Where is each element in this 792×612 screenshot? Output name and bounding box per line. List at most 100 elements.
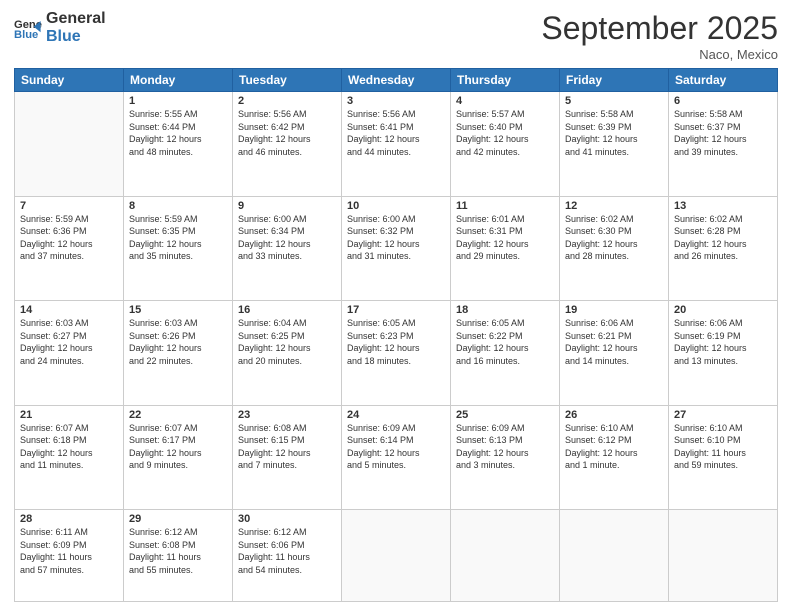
day-number: 24	[347, 409, 445, 421]
svg-text:Blue: Blue	[14, 28, 38, 40]
day-info: Sunrise: 5:56 AM Sunset: 6:42 PM Dayligh…	[238, 108, 336, 158]
cell-w1-d7: 6Sunrise: 5:58 AM Sunset: 6:37 PM Daylig…	[669, 92, 778, 197]
day-info: Sunrise: 6:01 AM Sunset: 6:31 PM Dayligh…	[456, 213, 554, 263]
day-number: 16	[238, 304, 336, 316]
day-number: 3	[347, 95, 445, 107]
day-info: Sunrise: 6:05 AM Sunset: 6:23 PM Dayligh…	[347, 317, 445, 367]
cell-w4-d3: 23Sunrise: 6:08 AM Sunset: 6:15 PM Dayli…	[233, 405, 342, 510]
day-number: 17	[347, 304, 445, 316]
header-row: Sunday Monday Tuesday Wednesday Thursday…	[15, 69, 778, 92]
location: Naco, Mexico	[541, 47, 778, 62]
col-saturday: Saturday	[669, 69, 778, 92]
day-info: Sunrise: 5:56 AM Sunset: 6:41 PM Dayligh…	[347, 108, 445, 158]
day-number: 8	[129, 200, 227, 212]
cell-w4-d5: 25Sunrise: 6:09 AM Sunset: 6:13 PM Dayli…	[451, 405, 560, 510]
cell-w2-d7: 13Sunrise: 6:02 AM Sunset: 6:28 PM Dayli…	[669, 196, 778, 301]
cell-w2-d2: 8Sunrise: 5:59 AM Sunset: 6:35 PM Daylig…	[124, 196, 233, 301]
cell-w5-d5	[451, 510, 560, 602]
cell-w1-d3: 2Sunrise: 5:56 AM Sunset: 6:42 PM Daylig…	[233, 92, 342, 197]
day-number: 14	[20, 304, 118, 316]
day-info: Sunrise: 6:11 AM Sunset: 6:09 PM Dayligh…	[20, 526, 118, 576]
day-number: 12	[565, 200, 663, 212]
day-info: Sunrise: 6:02 AM Sunset: 6:28 PM Dayligh…	[674, 213, 772, 263]
day-number: 13	[674, 200, 772, 212]
day-number: 5	[565, 95, 663, 107]
day-info: Sunrise: 5:58 AM Sunset: 6:37 PM Dayligh…	[674, 108, 772, 158]
day-number: 28	[20, 513, 118, 525]
day-info: Sunrise: 5:55 AM Sunset: 6:44 PM Dayligh…	[129, 108, 227, 158]
cell-w2-d6: 12Sunrise: 6:02 AM Sunset: 6:30 PM Dayli…	[560, 196, 669, 301]
cell-w1-d5: 4Sunrise: 5:57 AM Sunset: 6:40 PM Daylig…	[451, 92, 560, 197]
day-info: Sunrise: 6:06 AM Sunset: 6:21 PM Dayligh…	[565, 317, 663, 367]
cell-w3-d7: 20Sunrise: 6:06 AM Sunset: 6:19 PM Dayli…	[669, 301, 778, 406]
week-row-3: 14Sunrise: 6:03 AM Sunset: 6:27 PM Dayli…	[15, 301, 778, 406]
day-number: 21	[20, 409, 118, 421]
day-number: 30	[238, 513, 336, 525]
day-info: Sunrise: 6:03 AM Sunset: 6:26 PM Dayligh…	[129, 317, 227, 367]
cell-w4-d6: 26Sunrise: 6:10 AM Sunset: 6:12 PM Dayli…	[560, 405, 669, 510]
cell-w1-d6: 5Sunrise: 5:58 AM Sunset: 6:39 PM Daylig…	[560, 92, 669, 197]
day-number: 26	[565, 409, 663, 421]
day-number: 7	[20, 200, 118, 212]
day-info: Sunrise: 6:12 AM Sunset: 6:08 PM Dayligh…	[129, 526, 227, 576]
day-number: 9	[238, 200, 336, 212]
cell-w5-d6	[560, 510, 669, 602]
day-info: Sunrise: 6:10 AM Sunset: 6:10 PM Dayligh…	[674, 422, 772, 472]
day-number: 1	[129, 95, 227, 107]
day-number: 6	[674, 95, 772, 107]
cell-w5-d4	[342, 510, 451, 602]
col-friday: Friday	[560, 69, 669, 92]
cell-w2-d1: 7Sunrise: 5:59 AM Sunset: 6:36 PM Daylig…	[15, 196, 124, 301]
day-info: Sunrise: 5:58 AM Sunset: 6:39 PM Dayligh…	[565, 108, 663, 158]
logo: General Blue General Blue	[14, 10, 106, 45]
logo-blue: Blue	[46, 28, 106, 46]
header: General Blue General Blue September 2025…	[14, 10, 778, 62]
day-number: 15	[129, 304, 227, 316]
day-info: Sunrise: 6:10 AM Sunset: 6:12 PM Dayligh…	[565, 422, 663, 472]
logo-icon: General Blue	[14, 14, 42, 42]
cell-w5-d2: 29Sunrise: 6:12 AM Sunset: 6:08 PM Dayli…	[124, 510, 233, 602]
day-number: 22	[129, 409, 227, 421]
cell-w5-d1: 28Sunrise: 6:11 AM Sunset: 6:09 PM Dayli…	[15, 510, 124, 602]
cell-w3-d2: 15Sunrise: 6:03 AM Sunset: 6:26 PM Dayli…	[124, 301, 233, 406]
week-row-2: 7Sunrise: 5:59 AM Sunset: 6:36 PM Daylig…	[15, 196, 778, 301]
day-info: Sunrise: 6:04 AM Sunset: 6:25 PM Dayligh…	[238, 317, 336, 367]
day-info: Sunrise: 6:09 AM Sunset: 6:14 PM Dayligh…	[347, 422, 445, 472]
day-info: Sunrise: 6:08 AM Sunset: 6:15 PM Dayligh…	[238, 422, 336, 472]
col-sunday: Sunday	[15, 69, 124, 92]
cell-w3-d5: 18Sunrise: 6:05 AM Sunset: 6:22 PM Dayli…	[451, 301, 560, 406]
day-info: Sunrise: 6:09 AM Sunset: 6:13 PM Dayligh…	[456, 422, 554, 472]
day-info: Sunrise: 5:59 AM Sunset: 6:36 PM Dayligh…	[20, 213, 118, 263]
day-info: Sunrise: 6:00 AM Sunset: 6:32 PM Dayligh…	[347, 213, 445, 263]
day-info: Sunrise: 5:59 AM Sunset: 6:35 PM Dayligh…	[129, 213, 227, 263]
col-thursday: Thursday	[451, 69, 560, 92]
col-tuesday: Tuesday	[233, 69, 342, 92]
day-info: Sunrise: 6:07 AM Sunset: 6:18 PM Dayligh…	[20, 422, 118, 472]
cell-w4-d2: 22Sunrise: 6:07 AM Sunset: 6:17 PM Dayli…	[124, 405, 233, 510]
cell-w1-d1	[15, 92, 124, 197]
day-info: Sunrise: 6:07 AM Sunset: 6:17 PM Dayligh…	[129, 422, 227, 472]
cell-w3-d4: 17Sunrise: 6:05 AM Sunset: 6:23 PM Dayli…	[342, 301, 451, 406]
cell-w5-d7	[669, 510, 778, 602]
calendar-table: Sunday Monday Tuesday Wednesday Thursday…	[14, 68, 778, 602]
day-info: Sunrise: 5:57 AM Sunset: 6:40 PM Dayligh…	[456, 108, 554, 158]
calendar-page: General Blue General Blue September 2025…	[0, 0, 792, 612]
col-wednesday: Wednesday	[342, 69, 451, 92]
day-info: Sunrise: 6:03 AM Sunset: 6:27 PM Dayligh…	[20, 317, 118, 367]
day-number: 27	[674, 409, 772, 421]
month-title: September 2025	[541, 10, 778, 47]
day-number: 29	[129, 513, 227, 525]
day-info: Sunrise: 6:05 AM Sunset: 6:22 PM Dayligh…	[456, 317, 554, 367]
title-block: September 2025 Naco, Mexico	[541, 10, 778, 62]
day-info: Sunrise: 6:06 AM Sunset: 6:19 PM Dayligh…	[674, 317, 772, 367]
week-row-5: 28Sunrise: 6:11 AM Sunset: 6:09 PM Dayli…	[15, 510, 778, 602]
cell-w1-d4: 3Sunrise: 5:56 AM Sunset: 6:41 PM Daylig…	[342, 92, 451, 197]
day-number: 4	[456, 95, 554, 107]
cell-w3-d3: 16Sunrise: 6:04 AM Sunset: 6:25 PM Dayli…	[233, 301, 342, 406]
day-number: 23	[238, 409, 336, 421]
day-number: 2	[238, 95, 336, 107]
col-monday: Monday	[124, 69, 233, 92]
day-number: 19	[565, 304, 663, 316]
week-row-1: 1Sunrise: 5:55 AM Sunset: 6:44 PM Daylig…	[15, 92, 778, 197]
logo-general: General	[46, 10, 106, 28]
